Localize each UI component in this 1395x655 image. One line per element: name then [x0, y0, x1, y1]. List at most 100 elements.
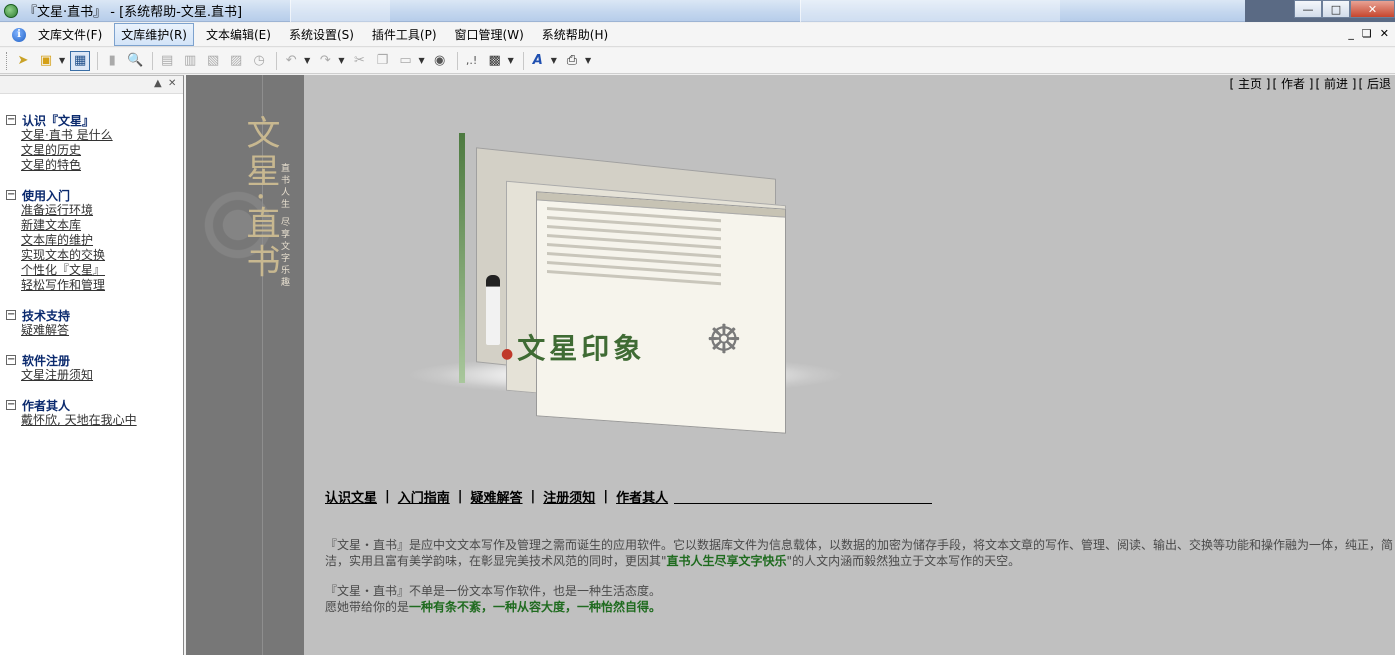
- tree-link[interactable]: 新建文本库: [6, 218, 183, 233]
- view-toggle-icon[interactable]: ▦: [70, 50, 91, 71]
- collapse-up-icon[interactable]: ▲: [154, 78, 162, 89]
- tree-group-getting-started: − 使用入门 准备运行环境 新建文本库 文本库的维护 实现文本的交换 个性化『文星…: [6, 187, 183, 293]
- import-icon[interactable]: ▧: [203, 51, 223, 71]
- nav-author-link[interactable]: [ 作者 ]: [1273, 77, 1314, 91]
- help-content: 文星·直书 直书人生 尽享文字乐趣 [ 主页 ][ 作者 ][ 前进 ][ 后退…: [186, 75, 1395, 655]
- menu-help[interactable]: 系统帮助(H): [536, 24, 614, 45]
- chevron-down-icon[interactable]: ▼: [551, 56, 557, 65]
- printer-icon[interactable]: ⎙: [562, 51, 582, 71]
- brand-logo: ●文星印象: [501, 332, 646, 365]
- export-icon[interactable]: ▥: [180, 51, 200, 71]
- delete-icon[interactable]: ▮: [102, 51, 122, 71]
- history-icon[interactable]: ◷: [249, 51, 269, 71]
- nav-register-link[interactable]: 注册须知: [543, 487, 595, 506]
- tree-link[interactable]: 文星注册须知: [6, 368, 183, 383]
- nav-home-link[interactable]: [ 主页 ]: [1230, 77, 1271, 91]
- nav-faq-link[interactable]: 疑难解答: [471, 487, 523, 506]
- tree-link[interactable]: 文本库的维护: [6, 233, 183, 248]
- insert-icon[interactable]: ▩: [485, 51, 505, 71]
- cut-icon[interactable]: ✂: [349, 51, 369, 71]
- tree-group-title[interactable]: − 作者其人: [6, 397, 183, 413]
- collapse-icon[interactable]: −: [6, 310, 16, 320]
- copy-icon[interactable]: ❐: [372, 51, 392, 71]
- preview-icon[interactable]: 🔍: [125, 51, 145, 71]
- intro-paragraph: 『文星・直书』是应中文文本写作及管理之需而诞生的应用软件。它以数据库文件为信息载…: [325, 538, 1394, 568]
- screenshot-rows: [537, 206, 785, 289]
- maximize-icon[interactable]: □: [1322, 0, 1350, 18]
- person-figure-icon: [486, 275, 500, 345]
- collapse-icon[interactable]: −: [6, 355, 16, 365]
- undo-icon[interactable]: ↶: [281, 51, 301, 71]
- toolbar-separator: [152, 51, 154, 70]
- menu-file[interactable]: 文库文件(F): [32, 24, 108, 45]
- punctuation-icon[interactable]: ,.!: [462, 51, 482, 71]
- top-navigation: [ 主页 ][ 作者 ][ 前进 ][ 后退: [1228, 75, 1392, 92]
- rickshaw-icon: ☸: [706, 317, 742, 363]
- intro-text: 『文星・直书』是应中文文本写作及管理之需而诞生的应用软件。它以数据库文件为信息载…: [325, 537, 1395, 629]
- tree-group-title[interactable]: − 使用入门: [6, 187, 183, 203]
- toolbar-separator: [522, 51, 524, 70]
- tree-link[interactable]: 轻松写作和管理: [6, 278, 183, 293]
- decorative-sidebar: 文星·直书 直书人生 尽享文字乐趣: [186, 75, 304, 655]
- tree-group-title[interactable]: − 技术支持: [6, 307, 183, 323]
- chevron-down-icon[interactable]: ▼: [59, 56, 65, 65]
- redo-icon[interactable]: ↷: [315, 51, 335, 71]
- paste-icon[interactable]: ▭: [395, 51, 415, 71]
- mdi-restore-icon[interactable]: ❏: [1362, 27, 1372, 40]
- font-color-icon[interactable]: A: [528, 51, 548, 71]
- tree-link[interactable]: 文星的历史: [6, 143, 183, 158]
- toolbar-separator: [276, 51, 278, 70]
- hero-illustration: ●文星印象 ☸: [406, 125, 856, 434]
- mdi-minimize-icon[interactable]: _: [1348, 27, 1354, 40]
- nav-guide-link[interactable]: 入门指南: [398, 487, 450, 506]
- minimize-icon[interactable]: —: [1294, 0, 1322, 18]
- print-setup-icon[interactable]: ▤: [157, 51, 177, 71]
- bamboo-stem: [459, 133, 465, 383]
- tree-link[interactable]: 戴怀欣, 天地在我心中: [6, 413, 183, 428]
- menu-library-maintenance[interactable]: 文库维护(R): [114, 23, 194, 46]
- mdi-close-icon[interactable]: ✕: [1380, 27, 1389, 40]
- nav-about-link[interactable]: 认识文星: [325, 487, 377, 506]
- intro-paragraph: 『文星・直书』不单是一份文本写作软件，也是一种生活态度。 愿她带给你的是一种有条不…: [325, 584, 662, 614]
- nav-back-link[interactable]: [ 后退: [1359, 77, 1392, 91]
- collapse-icon[interactable]: −: [6, 400, 16, 410]
- logo-dot-icon: ●: [501, 346, 518, 362]
- collapse-icon[interactable]: −: [6, 190, 16, 200]
- info-icon[interactable]: i: [12, 27, 26, 42]
- tree-link[interactable]: 文星的特色: [6, 158, 183, 173]
- tree-link[interactable]: 疑难解答: [6, 323, 183, 338]
- tree-group-title[interactable]: − 认识『文星』: [6, 112, 183, 128]
- nav-separator: |: [385, 489, 390, 504]
- open-library-icon[interactable]: ➤: [13, 51, 33, 71]
- background-window: [290, 0, 390, 22]
- close-icon[interactable]: ✕: [1350, 0, 1395, 18]
- tree-link[interactable]: 准备运行环境: [6, 203, 183, 218]
- chevron-down-icon[interactable]: ▼: [338, 56, 344, 65]
- chevron-down-icon[interactable]: ▼: [508, 56, 514, 65]
- tree-link[interactable]: 个性化『文星』: [6, 263, 183, 278]
- tree-group-support: − 技术支持 疑难解答: [6, 307, 183, 338]
- chevron-down-icon[interactable]: ▼: [418, 56, 424, 65]
- find-icon[interactable]: ◉: [430, 51, 450, 71]
- chevron-down-icon[interactable]: ▼: [304, 56, 310, 65]
- menu-text-edit[interactable]: 文本编辑(E): [200, 24, 277, 45]
- toolbar-grip[interactable]: [6, 51, 9, 70]
- chevron-down-icon[interactable]: ▼: [585, 56, 591, 65]
- app-icon: [4, 3, 18, 18]
- calligraphy-title: 文星·直书: [240, 115, 280, 282]
- folder-icon[interactable]: ▣: [36, 51, 56, 71]
- tree-link[interactable]: 实现文本的交换: [6, 248, 183, 263]
- nav-author-profile-link[interactable]: 作者其人: [616, 487, 668, 506]
- tree-group-title[interactable]: − 软件注册: [6, 352, 183, 368]
- menu-settings[interactable]: 系统设置(S): [283, 24, 360, 45]
- collapse-icon[interactable]: −: [6, 115, 16, 125]
- background-window: [800, 0, 1060, 22]
- tree-link[interactable]: 文星·直书 是什么: [6, 128, 183, 143]
- nav-separator: |: [530, 489, 536, 504]
- tree-group-author: − 作者其人 戴怀欣, 天地在我心中: [6, 397, 183, 428]
- menu-window[interactable]: 窗口管理(W): [449, 24, 530, 45]
- save-icon[interactable]: ▨: [226, 51, 246, 71]
- nav-forward-link[interactable]: [ 前进 ]: [1316, 77, 1357, 91]
- menu-plugins[interactable]: 插件工具(P): [366, 24, 443, 45]
- panel-close-icon[interactable]: ✕: [168, 78, 176, 89]
